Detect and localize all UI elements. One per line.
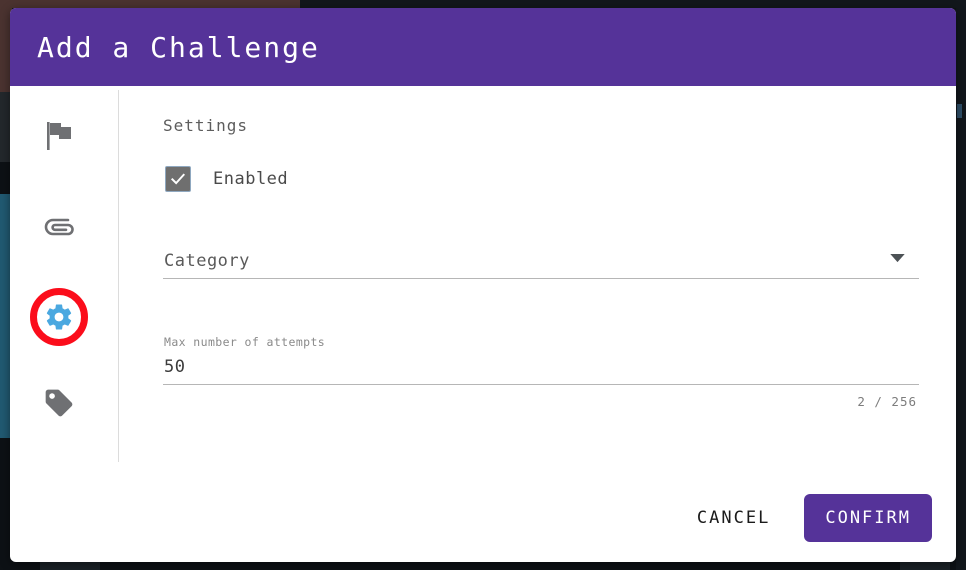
settings-heading: Settings bbox=[163, 116, 249, 135]
max-attempts-counter: 2 / 256 bbox=[857, 394, 917, 409]
page-scrollbar-track[interactable] bbox=[957, 104, 962, 118]
check-icon bbox=[170, 173, 186, 185]
dialog-body: Settings Enabled Category Max number of … bbox=[10, 86, 956, 474]
sidebar-item-attachment[interactable] bbox=[31, 199, 87, 255]
confirm-button[interactable]: CONFIRM bbox=[804, 494, 932, 542]
backdrop-strip-right bbox=[956, 0, 966, 570]
category-select-value: Category bbox=[164, 251, 250, 271]
settings-form: Settings Enabled Category Max number of … bbox=[108, 86, 956, 474]
sidebar-item-tags[interactable] bbox=[31, 375, 87, 431]
max-attempts-input-line[interactable]: 50 bbox=[163, 357, 919, 385]
paperclip-icon bbox=[42, 216, 76, 238]
add-challenge-dialog: Add a Challenge Settings Enabled Categor… bbox=[10, 8, 956, 562]
page-title: Add a Challenge bbox=[37, 30, 320, 64]
rail-divider bbox=[118, 90, 119, 462]
category-select-line[interactable]: Category bbox=[163, 248, 919, 279]
sidebar-item-settings[interactable] bbox=[30, 288, 88, 346]
max-attempts-field[interactable]: Max number of attempts 50 2 / 256 bbox=[163, 335, 919, 409]
category-select-field[interactable]: Category bbox=[163, 248, 919, 279]
backdrop-strip-top-right bbox=[300, 0, 966, 8]
dialog-header: Add a Challenge bbox=[10, 8, 956, 86]
sidebar-item-flag[interactable] bbox=[31, 108, 87, 164]
tag-icon bbox=[43, 387, 75, 419]
chevron-down-icon[interactable] bbox=[890, 248, 905, 267]
max-attempts-label: Max number of attempts bbox=[164, 335, 326, 349]
enabled-checkbox-row[interactable]: Enabled bbox=[165, 166, 288, 192]
dialog-footer: CANCEL CONFIRM bbox=[10, 474, 956, 562]
enabled-checkbox[interactable] bbox=[165, 166, 191, 192]
gear-icon bbox=[44, 302, 74, 332]
max-attempts-input[interactable]: 50 bbox=[163, 357, 919, 377]
flag-icon bbox=[44, 120, 74, 152]
cancel-button[interactable]: CANCEL bbox=[681, 498, 786, 538]
enabled-label: Enabled bbox=[213, 169, 289, 189]
dialog-icon-rail bbox=[10, 86, 108, 474]
